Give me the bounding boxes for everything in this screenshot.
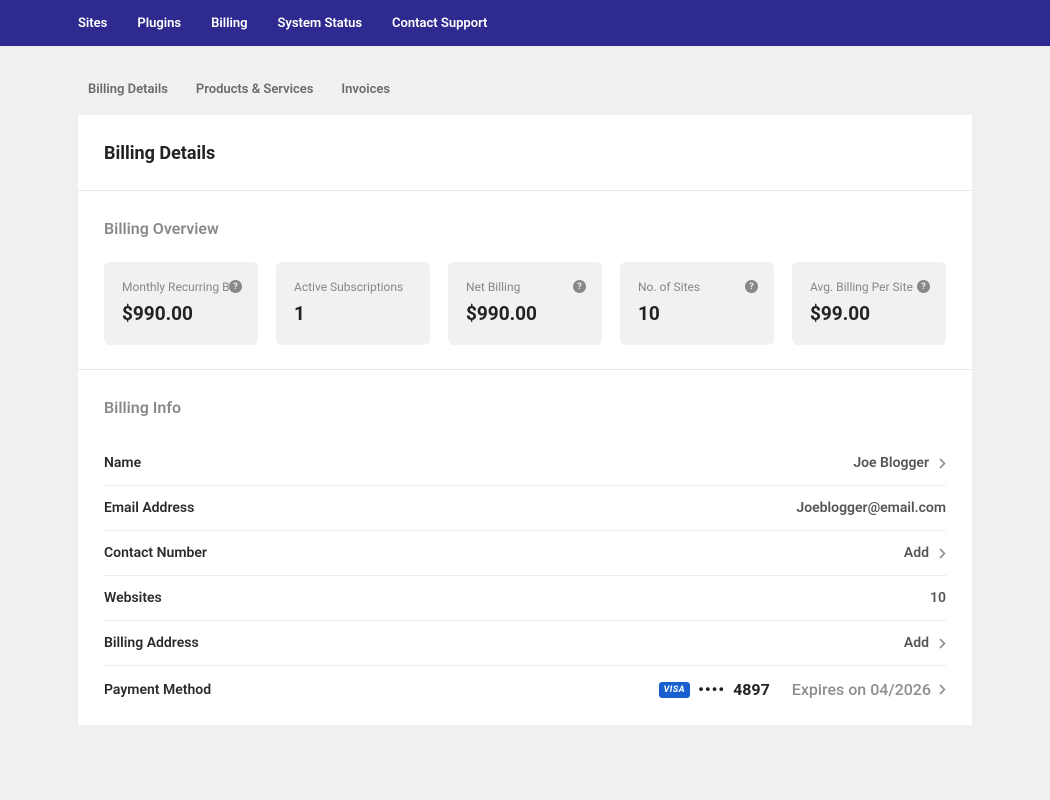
overview-title: Billing Overview bbox=[104, 219, 946, 238]
overview-cards: Monthly Recurring Bill $990.00 ? Active … bbox=[104, 262, 946, 345]
card-value: $990.00 bbox=[466, 302, 584, 325]
card-last4: 4897 bbox=[733, 680, 770, 699]
row-email: Email Address Joeblogger@email.com bbox=[104, 486, 946, 531]
card-value: 10 bbox=[638, 302, 756, 325]
chevron-right-icon[interactable] bbox=[939, 458, 946, 469]
add-contact-link[interactable]: Add bbox=[904, 545, 929, 561]
card-avg-billing-per-site: Avg. Billing Per Site $99.00 ? bbox=[792, 262, 946, 345]
card-label: Monthly Recurring Bill bbox=[122, 280, 240, 294]
card-label: Net Billing bbox=[466, 280, 584, 294]
help-icon[interactable]: ? bbox=[917, 280, 930, 293]
info-title: Billing Info bbox=[104, 398, 946, 417]
card-label: Avg. Billing Per Site bbox=[810, 280, 928, 294]
tab-products-services[interactable]: Products & Services bbox=[196, 82, 314, 97]
chevron-right-icon[interactable] bbox=[939, 548, 946, 559]
value-email: Joeblogger@email.com bbox=[796, 500, 946, 516]
value-billing-address-wrap: Add bbox=[904, 635, 946, 651]
billing-panel: Billing Details Billing Overview Monthly… bbox=[78, 115, 972, 725]
card-value: 1 bbox=[294, 302, 412, 325]
panel-header: Billing Details bbox=[78, 115, 972, 191]
help-icon[interactable]: ? bbox=[745, 280, 758, 293]
row-billing-address: Billing Address Add bbox=[104, 621, 946, 666]
add-address-link[interactable]: Add bbox=[904, 635, 929, 651]
nav-system-status[interactable]: System Status bbox=[277, 16, 362, 31]
row-websites: Websites 10 bbox=[104, 576, 946, 621]
chevron-right-icon[interactable] bbox=[939, 638, 946, 649]
card-no-of-sites: No. of Sites 10 ? bbox=[620, 262, 774, 345]
card-label: Active Subscriptions bbox=[294, 280, 412, 294]
nav-sites[interactable]: Sites bbox=[78, 16, 107, 31]
info-list: Name Joe Blogger Email Address Joeblogge… bbox=[104, 441, 946, 713]
tab-invoices[interactable]: Invoices bbox=[341, 82, 390, 97]
value-name: Joe Blogger bbox=[853, 455, 929, 471]
card-net-billing: Net Billing $990.00 ? bbox=[448, 262, 602, 345]
help-icon[interactable]: ? bbox=[229, 280, 242, 293]
card-value: $990.00 bbox=[122, 302, 240, 325]
nav-plugins[interactable]: Plugins bbox=[137, 16, 181, 31]
card-expires: Expires on 04/2026 bbox=[792, 680, 931, 699]
page-title: Billing Details bbox=[104, 143, 946, 164]
billing-overview-section: Billing Overview Monthly Recurring Bill … bbox=[78, 191, 972, 370]
value-contact-wrap: Add bbox=[904, 545, 946, 561]
label-websites: Websites bbox=[104, 590, 162, 606]
row-name: Name Joe Blogger bbox=[104, 441, 946, 486]
value-payment-method-wrap: VISA •••• 4897 Expires on 04/2026 bbox=[659, 680, 946, 699]
nav-billing[interactable]: Billing bbox=[211, 16, 247, 31]
chevron-right-icon[interactable] bbox=[939, 684, 946, 695]
card-label: No. of Sites bbox=[638, 280, 756, 294]
billing-info-section: Billing Info Name Joe Blogger Email Addr… bbox=[78, 370, 972, 725]
label-billing-address: Billing Address bbox=[104, 635, 199, 651]
card-value: $99.00 bbox=[810, 302, 928, 325]
label-email: Email Address bbox=[104, 500, 194, 516]
label-payment-method: Payment Method bbox=[104, 682, 211, 698]
tab-billing-details[interactable]: Billing Details bbox=[88, 82, 168, 97]
card-active-subscriptions: Active Subscriptions 1 bbox=[276, 262, 430, 345]
help-icon[interactable]: ? bbox=[573, 280, 586, 293]
label-contact: Contact Number bbox=[104, 545, 207, 561]
label-name: Name bbox=[104, 455, 141, 471]
row-payment-method: Payment Method VISA •••• 4897 Expires on… bbox=[104, 666, 946, 713]
visa-badge-icon: VISA bbox=[659, 682, 691, 698]
value-name-wrap: Joe Blogger bbox=[853, 455, 946, 471]
sub-nav: Billing Details Products & Services Invo… bbox=[0, 46, 1050, 115]
card-monthly-recurring: Monthly Recurring Bill $990.00 ? bbox=[104, 262, 258, 345]
top-nav: Sites Plugins Billing System Status Cont… bbox=[0, 0, 1050, 46]
nav-contact-support[interactable]: Contact Support bbox=[392, 16, 487, 31]
value-websites: 10 bbox=[930, 590, 946, 606]
row-contact: Contact Number Add bbox=[104, 531, 946, 576]
card-mask: •••• bbox=[698, 680, 725, 699]
